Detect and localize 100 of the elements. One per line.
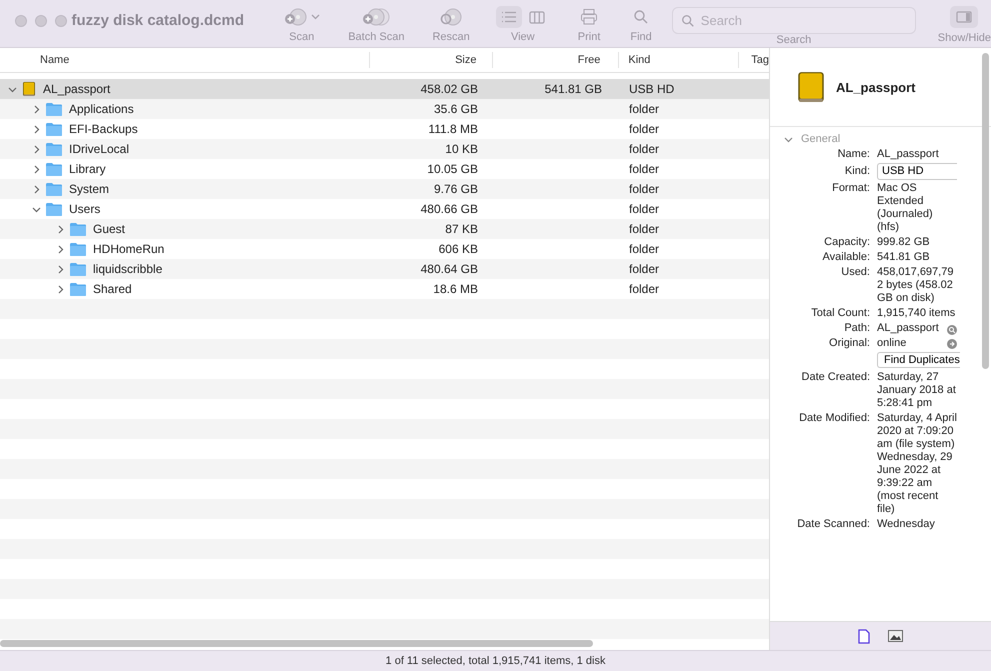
- drive-icon: [21, 81, 37, 97]
- arrow-right-icon[interactable]: [947, 338, 957, 348]
- kind-cell-text: folder: [628, 262, 660, 276]
- kind-cell-text: USB HD: [628, 82, 676, 96]
- horizontal-scrollbar[interactable]: [0, 640, 593, 647]
- property-label: Kind:: [844, 165, 870, 178]
- item-name: HDHomeRun: [93, 242, 164, 256]
- tree-row[interactable]: Library 10.05 GB folder: [0, 159, 769, 179]
- property-label: Name:: [836, 148, 870, 161]
- property-value: Wednesday: [877, 518, 936, 531]
- kind-cell-text: folder: [628, 242, 660, 256]
- property-label: Used:: [840, 266, 870, 280]
- columns-icon: [528, 10, 545, 24]
- disc-add-icon: [283, 7, 310, 27]
- column-header[interactable]: Size: [370, 52, 492, 68]
- kind-field[interactable]: USB HD: [877, 163, 957, 180]
- item-name: Users: [69, 202, 100, 216]
- vertical-scrollbar[interactable]: [982, 53, 989, 369]
- column-header[interactable]: Free: [492, 52, 620, 68]
- picture-icon: [888, 630, 903, 642]
- search-icon: [680, 14, 695, 28]
- property-label: Date Created:: [800, 371, 870, 385]
- kind-cell-text: folder: [628, 142, 660, 156]
- tree-row[interactable]: EFI-Backups 111.8 MB folder: [0, 119, 769, 139]
- folder-icon: [45, 142, 63, 156]
- column-header[interactable]: Name: [0, 52, 370, 68]
- column-header[interactable]: Tag: [739, 52, 769, 68]
- property-value: Mac OS Extended (Journaled) (hfs): [877, 182, 934, 234]
- tree-row[interactable]: IDriveLocal 10 KB folder: [0, 139, 769, 159]
- property-value: online: [877, 337, 906, 350]
- size-cell-text: 480.66 GB: [420, 202, 479, 216]
- folder-icon: [45, 202, 63, 216]
- tree-row[interactable]: AL_passport 458.02 GB 541.81 GB USB HD: [0, 79, 769, 99]
- property-value: 541.81 GB: [877, 251, 931, 264]
- property-label: Total Count:: [810, 307, 870, 320]
- property-label: Date Scanned:: [796, 518, 870, 531]
- toolbar-label: Show/Hide: [938, 32, 991, 44]
- property-value: Saturday, 27 January 2018 at 5:28:41 pm: [877, 371, 957, 410]
- discs-add-icon: [361, 7, 392, 27]
- item-name: Guest: [93, 222, 126, 236]
- property-label: Capacity:: [823, 236, 870, 249]
- size-cell-text: 10.05 GB: [426, 162, 479, 176]
- folder-icon: [69, 242, 87, 256]
- item-name: IDriveLocal: [69, 142, 130, 156]
- find-duplicates-button[interactable]: Find Duplicates: [877, 352, 960, 368]
- item-name: Shared: [93, 282, 132, 296]
- column-header[interactable]: Kind: [619, 52, 740, 68]
- size-cell-text: 87 KB: [444, 222, 479, 236]
- property-value: AL_passport: [877, 148, 940, 161]
- disc-refresh-icon: [438, 7, 464, 27]
- kind-cell-text: folder: [628, 162, 660, 176]
- chevron-down-icon: [784, 134, 793, 144]
- folder-icon: [45, 102, 63, 116]
- tree-row[interactable]: Applications 35.6 GB folder: [0, 99, 769, 119]
- tree-row[interactable]: Guest 87 KB folder: [0, 219, 769, 239]
- document-tab[interactable]: [858, 628, 870, 644]
- size-cell-text: 10 KB: [444, 142, 479, 156]
- search-icon[interactable]: [947, 325, 957, 335]
- size-cell-text: 606 KB: [438, 242, 479, 256]
- property-label: Path:: [843, 322, 870, 335]
- size-cell-text: 458.02 GB: [420, 82, 479, 96]
- picture-tab[interactable]: [888, 630, 903, 642]
- sidebar-icon: [956, 11, 972, 23]
- search-field[interactable]: Search: [672, 7, 916, 34]
- tree-row[interactable]: Shared 18.6 MB folder: [0, 279, 769, 299]
- chevron-down-icon: [311, 14, 320, 20]
- folder-icon: [45, 182, 63, 196]
- property-label: Available:: [822, 251, 870, 264]
- search-icon: [633, 9, 650, 25]
- property-label: Date Modified:: [798, 412, 870, 426]
- folder-icon: [45, 122, 63, 136]
- item-name: Applications: [69, 102, 134, 116]
- item-name: liquidscribble: [93, 262, 162, 276]
- free-cell-text: 541.81 GB: [544, 82, 603, 96]
- item-name: AL_passport: [43, 82, 110, 96]
- kind-cell-text: folder: [628, 182, 660, 196]
- toolbar-label: Search: [776, 34, 812, 46]
- tree-row[interactable]: liquidscribble 480.64 GB folder: [0, 259, 769, 279]
- property-value: 458,017,697,792 bytes (458.02 GB on disk): [877, 266, 954, 305]
- tree-row[interactable]: HDHomeRun 606 KB folder: [0, 239, 769, 259]
- kind-cell-text: folder: [628, 202, 660, 216]
- tree-row[interactable]: System 9.76 GB folder: [0, 179, 769, 199]
- kind-cell-text: folder: [628, 222, 660, 236]
- size-cell-text: 18.6 MB: [432, 282, 479, 296]
- size-cell-text: 35.6 GB: [432, 102, 479, 116]
- property-label: Format:: [831, 182, 870, 196]
- property-label: Original:: [828, 337, 870, 350]
- size-cell-text: 111.8 MB: [427, 122, 479, 136]
- status-bar: 1 of 11 selected, total 1,915,741 items, 1 disk: [0, 650, 991, 671]
- list-icon: [500, 11, 517, 23]
- property-value: 1,915,740 items: [877, 307, 956, 320]
- kind-cell-text: folder: [628, 282, 660, 296]
- size-cell-text: 9.76 GB: [432, 182, 479, 196]
- inspector-title: AL_passport: [836, 80, 916, 94]
- tree-row[interactable]: Users 480.66 GB folder: [0, 199, 769, 219]
- kind-cell-text: folder: [628, 102, 660, 116]
- property-value: 999.82 GB: [877, 236, 931, 249]
- kind-cell-text: folder: [628, 122, 660, 136]
- property-value: AL_passport: [877, 322, 940, 335]
- property-value: Saturday, 4 April 2020 at 7:09:20 am (file system) Wednesday, 29 June 2022 at 9:39:22 am (most recent file): [877, 412, 957, 516]
